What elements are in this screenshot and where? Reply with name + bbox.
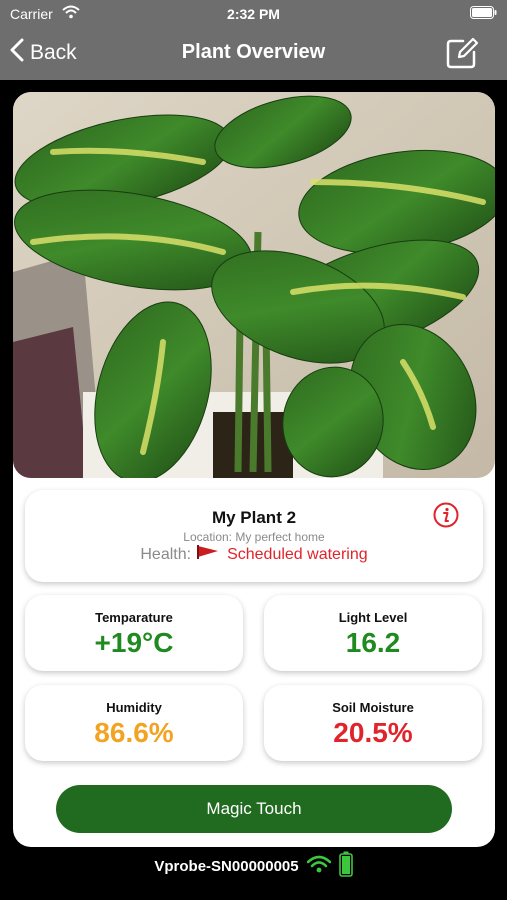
humidity-tile[interactable]: Humidity 86.6% <box>25 685 243 761</box>
plant-info-tile: My Plant 2 Location: My perfect home Hea… <box>25 490 483 582</box>
health-row: Health: Scheduled watering <box>25 545 483 564</box>
navigation-bar: Back Plant Overview <box>0 30 507 80</box>
edit-icon <box>445 37 479 74</box>
metric-label: Temparature <box>95 610 173 625</box>
health-status: Scheduled watering <box>227 545 368 563</box>
device-id: Vprobe-SN00000005 <box>154 857 299 875</box>
metric-value: +19°C <box>94 627 174 658</box>
magic-touch-button[interactable]: Magic Touch <box>56 785 452 833</box>
plant-location: Location: My perfect home <box>183 530 325 544</box>
light-level-tile[interactable]: Light Level 16.2 <box>264 595 482 671</box>
soil-moisture-tile[interactable]: Soil Moisture 20.5% <box>264 685 482 761</box>
back-button[interactable]: Back <box>10 38 77 68</box>
metric-label: Light Level <box>338 610 408 625</box>
device-footer: Vprobe-SN00000005 <box>0 851 507 882</box>
battery-full-icon <box>338 851 353 882</box>
top-bar: Carrier 2:32 PM Back Plant Overview <box>0 0 507 80</box>
chevron-left-icon <box>10 38 30 68</box>
metric-label: Soil Moisture <box>332 700 414 715</box>
metric-label: Humidity <box>106 700 162 715</box>
metric-value: 86.6% <box>94 717 174 748</box>
info-icon[interactable] <box>433 502 459 528</box>
plant-photo <box>13 92 495 478</box>
metric-value: 20.5% <box>333 717 413 748</box>
metric-value: 16.2 <box>345 627 401 658</box>
battery-icon <box>470 6 497 22</box>
temperature-tile[interactable]: Temparature +19°C <box>25 595 243 671</box>
back-label: Back <box>30 41 77 64</box>
plant-name: My Plant 2 <box>211 508 297 527</box>
plant-overview-card: My Plant 2 Location: My perfect home Hea… <box>13 92 495 847</box>
red-flag-icon <box>197 545 219 564</box>
status-bar: Carrier 2:32 PM <box>0 0 507 30</box>
wifi-signal-icon <box>306 855 331 878</box>
status-time: 2:32 PM <box>227 6 280 22</box>
health-label: Health: <box>140 545 192 563</box>
edit-button[interactable] <box>445 36 479 70</box>
